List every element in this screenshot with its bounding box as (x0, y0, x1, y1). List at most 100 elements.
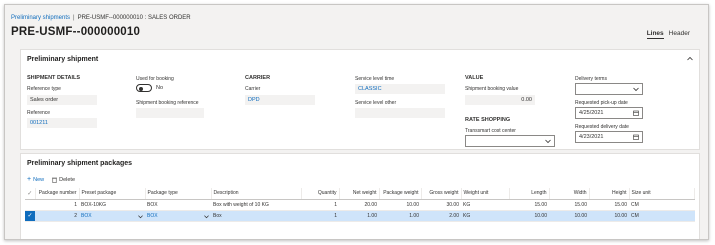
app-window: Preliminary shipments | PRE-USMF--00000001… (4, 4, 709, 240)
reference-link[interactable]: 001211 (27, 118, 97, 128)
used-for-booking-label: Used for booking (136, 76, 174, 82)
col-height[interactable]: Height (589, 188, 630, 200)
reference-type-value: Sales order (27, 95, 97, 105)
col-size-unit[interactable]: Size unit (629, 188, 695, 200)
carrier-header: CARRIER (245, 75, 271, 81)
delete-button[interactable]: Delete (52, 177, 75, 183)
cell-net-weight[interactable]: 20.00 (339, 199, 379, 211)
cell-size-unit[interactable]: CM (629, 210, 695, 222)
calendar-icon[interactable] (633, 134, 639, 140)
value-header: VALUE (465, 75, 484, 81)
booking-value-label: Shipment booking value (465, 86, 519, 92)
cell-package-type[interactable]: BOX (145, 199, 211, 211)
preset-package-select[interactable]: BOX (79, 210, 145, 222)
tab-lines[interactable]: Lines (646, 30, 664, 39)
delete-button-label: Delete (59, 177, 76, 183)
cell-height[interactable]: 10.00 (589, 210, 629, 222)
row-select[interactable] (25, 199, 35, 211)
chevron-down-icon (633, 87, 639, 92)
chevron-down-icon (545, 139, 551, 144)
cell-gross-weight[interactable]: 30.00 (421, 199, 461, 211)
plus-icon: + (27, 176, 32, 183)
col-package-number[interactable]: Package number (35, 188, 80, 200)
trash-icon (52, 177, 58, 183)
chevron-down-icon (138, 214, 143, 218)
pickup-date-input[interactable]: 4/25/2021 (575, 107, 643, 119)
packages-section: Preliminary shipment packages + New Delet… (20, 153, 700, 239)
cell-description[interactable]: Box (211, 210, 301, 222)
cost-center-select[interactable] (465, 135, 555, 147)
cell-gross-weight[interactable]: 2.00 (421, 210, 461, 222)
toggle-knob (139, 86, 143, 91)
packages-toolbar: + New Delete (27, 176, 75, 183)
cell-size-unit[interactable]: CM (629, 199, 695, 211)
cell-package-type: BOX (147, 212, 158, 219)
cell-length[interactable]: 10.00 (509, 210, 549, 222)
col-description[interactable]: Description (211, 188, 302, 200)
pickup-date-label: Requested pick-up date (575, 100, 628, 106)
cell-weight-unit[interactable]: KG (461, 210, 509, 222)
cell-package-weight[interactable]: 1.00 (379, 210, 421, 222)
cost-center-label: Transsmart cost center (465, 128, 516, 134)
delivery-date-value: 4/23/2021 (579, 134, 604, 140)
pickup-date-value: 4/25/2021 (579, 110, 604, 116)
table-row-selected[interactable]: ✓ 2 BOX BOX Box 1 1.00 1.00 2.00 KG 10.0… (25, 210, 695, 222)
packages-table: ✓ Package number Preset package Package … (25, 188, 695, 222)
carrier-label: Carrier (245, 86, 261, 92)
chevron-up-icon[interactable] (687, 56, 693, 62)
page-title: PRE-USMF--000000010 (11, 26, 141, 38)
tab-header[interactable]: Header (669, 30, 690, 39)
col-gross-weight[interactable]: Gross weight (421, 188, 462, 200)
cell-width[interactable]: 15.00 (549, 199, 589, 211)
breadcrumb-separator: | (73, 15, 75, 21)
cell-quantity[interactable]: 1 (301, 210, 339, 222)
service-level-other-label: Service level other (355, 100, 397, 106)
select-all-checkbox[interactable]: ✓ (25, 188, 36, 200)
cell-quantity[interactable]: 1 (301, 199, 339, 211)
packages-title: Preliminary shipment packages (27, 160, 133, 167)
row-select[interactable]: ✓ (25, 210, 35, 222)
reference-label: Reference (27, 110, 51, 116)
col-length[interactable]: Length (509, 188, 550, 200)
booking-reference-value (136, 108, 204, 118)
check-icon: ✓ (27, 213, 33, 219)
cell-preset-package[interactable]: BOX-10KG (79, 199, 145, 211)
delivery-terms-label: Delivery terms (575, 76, 607, 82)
reference-type-label: Reference type (27, 86, 61, 92)
package-type-select[interactable]: BOX (145, 210, 211, 222)
cell-package-number[interactable]: 2 (35, 210, 79, 222)
cell-weight-unit[interactable]: KG (461, 199, 509, 211)
carrier-link[interactable]: DPD (245, 95, 315, 105)
new-button[interactable]: + New (27, 176, 45, 183)
view-tabs: Lines Header (646, 30, 690, 39)
col-package-weight[interactable]: Package weight (379, 188, 422, 200)
service-level-label: Service level time (355, 76, 395, 82)
col-weight-unit[interactable]: Weight unit (461, 188, 510, 200)
used-for-booking-toggle[interactable] (136, 84, 152, 92)
col-width[interactable]: Width (549, 188, 590, 200)
table-row[interactable]: 1 BOX-10KG BOX Box with weight of 10 KG … (25, 199, 695, 211)
check-icon: ✓ (27, 190, 33, 197)
breadcrumb: Preliminary shipments | PRE-USMF--00000001… (11, 15, 191, 21)
col-quantity[interactable]: Quantity (301, 188, 340, 200)
cell-package-number[interactable]: 1 (35, 199, 79, 211)
cell-description[interactable]: Box with weight of 10 KG (211, 199, 301, 211)
cell-length[interactable]: 15.00 (509, 199, 549, 211)
calendar-icon[interactable] (633, 110, 639, 116)
chevron-down-icon (204, 214, 209, 218)
new-button-label: New (33, 177, 45, 183)
booking-reference-label: Shipment booking reference (136, 100, 199, 106)
service-level-link[interactable]: CLASSIC (355, 84, 445, 94)
breadcrumb-parent-link[interactable]: Preliminary shipments (11, 15, 70, 21)
delivery-date-input[interactable]: 4/23/2021 (575, 131, 643, 143)
cell-height[interactable]: 15.00 (589, 199, 629, 211)
cell-width[interactable]: 10.00 (549, 210, 589, 222)
delivery-terms-select[interactable] (575, 83, 643, 95)
cell-package-weight[interactable]: 10.00 (379, 199, 421, 211)
used-for-booking-value: No (156, 85, 164, 91)
col-package-type[interactable]: Package type (145, 188, 212, 200)
table-header-row: ✓ Package number Preset package Package … (25, 188, 695, 200)
cell-net-weight[interactable]: 1.00 (339, 210, 379, 222)
col-net-weight[interactable]: Net weight (339, 188, 380, 200)
col-preset-package[interactable]: Preset package (79, 188, 146, 200)
